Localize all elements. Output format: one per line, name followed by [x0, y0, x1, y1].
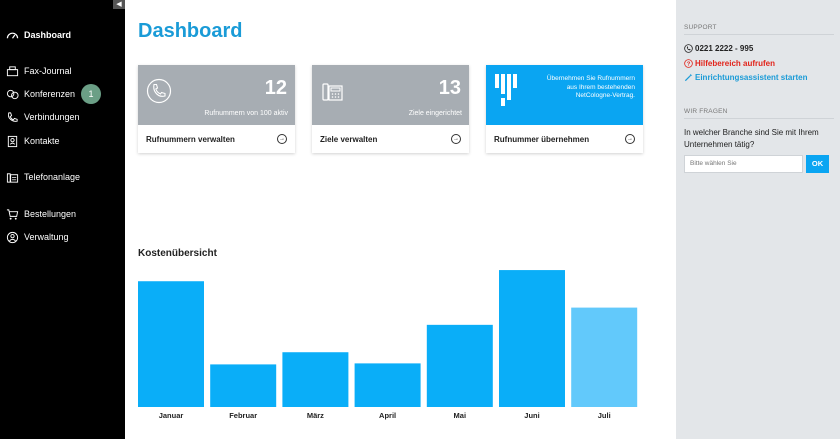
fax-icon — [6, 65, 19, 76]
sidebar-item-label: Dashboard — [24, 30, 72, 40]
sidebar-item-telefonanlage[interactable]: Telefonanlage — [6, 169, 80, 185]
right-panel: SUPPORT 0221 2222 - 995 ? Hilfebereich a… — [676, 0, 840, 439]
sidebar-item-label: Verbindungen — [24, 112, 80, 122]
bar-februar — [210, 364, 277, 407]
support-phone: 0221 2222 - 995 — [684, 44, 753, 53]
bar-juli — [571, 307, 638, 407]
sidebar-item-konferenzen[interactable]: Konferenzen 1 — [6, 84, 102, 104]
cost-chart: Januar Februar März April Mai Juni Juli — [138, 270, 638, 420]
active-numbers-count: 12 — [264, 77, 287, 99]
svg-text:?: ? — [687, 62, 691, 68]
promo-text: Übernehmen Sie Rufnummern aus Ihrem best… — [546, 75, 635, 99]
bar-januar — [138, 281, 204, 407]
branch-question: In welcher Branche sind Sie mit Ihrem Un… — [684, 128, 819, 149]
sidebar-item-bestellungen[interactable]: Bestellungen — [6, 206, 76, 222]
card-action-label: Ziele verwalten — [320, 134, 378, 144]
questions-heading: WIR FRAGEN — [684, 108, 728, 115]
sidebar-item-verbindungen[interactable]: Verbindungen — [6, 109, 80, 125]
card-header: 13 Ziele eingerichtet — [312, 65, 469, 125]
sidebar-item-fax-journal[interactable]: Fax-Journal — [6, 63, 72, 79]
help-link-label: Hilfebereich aufrufen — [695, 59, 776, 68]
x-tick-label: April — [379, 411, 396, 420]
contacts-icon — [7, 135, 18, 147]
sidebar-item-kontakte[interactable]: Kontakte — [6, 133, 60, 149]
main-content: Dashboard 12 Rufnummern von 100 aktiv Ru… — [125, 0, 676, 439]
desk-phone-icon — [322, 83, 343, 101]
phone-icon — [684, 44, 693, 53]
ziele-verwalten-link[interactable]: Ziele verwalten → — [312, 125, 469, 153]
x-tick-label: Juni — [524, 411, 539, 420]
support-heading: SUPPORT — [684, 24, 717, 31]
card-subtitle: Ziele eingerichtet — [408, 110, 462, 117]
sidebar-item-label: Kontakte — [24, 136, 60, 146]
x-tick-label: Januar — [159, 411, 184, 420]
sidebar: ◀ Dashboard Fax-Journal Konferenzen 1 Ve… — [0, 0, 125, 439]
notification-badge: 1 — [81, 84, 102, 104]
x-tick-label: Mai — [454, 411, 467, 420]
targets-count: 13 — [438, 77, 461, 99]
help-icon: ? — [684, 59, 693, 68]
divider — [684, 34, 834, 35]
sidebar-item-label: Verwaltung — [24, 232, 69, 242]
arrow-circle-icon: → — [277, 134, 287, 144]
help-link[interactable]: ? Hilfebereich aufrufen — [684, 59, 775, 68]
phone-icon — [7, 111, 18, 122]
x-tick-label: Februar — [229, 411, 257, 420]
setup-wizard-label: Einrichtungsassistent starten — [695, 73, 808, 82]
wand-icon — [684, 73, 693, 82]
sidebar-item-label: Fax-Journal — [24, 66, 72, 76]
dashboard-icon — [6, 32, 19, 39]
setup-wizard-link[interactable]: Einrichtungsassistent starten — [684, 73, 807, 82]
phone-system-icon — [6, 172, 19, 183]
arrow-circle-icon: → — [451, 134, 461, 144]
card-rufnummern: 12 Rufnummern von 100 aktiv Rufnummern v… — [138, 65, 295, 153]
bar-mai — [426, 324, 493, 407]
collapse-sidebar-button[interactable]: ◀ — [113, 0, 125, 9]
sidebar-item-label: Telefonanlage — [24, 172, 81, 182]
sidebar-item-label: Konferenzen — [24, 89, 76, 99]
phone-icon — [146, 78, 172, 104]
bar-märz — [282, 352, 349, 407]
arrow-circle-icon: → — [625, 134, 635, 144]
x-tick-label: März — [307, 411, 324, 420]
section-title: Kostenübersicht — [138, 248, 217, 259]
sidebar-item-label: Bestellungen — [24, 209, 77, 219]
bar-juni — [499, 270, 565, 407]
rufnummern-verwalten-link[interactable]: Rufnummern verwalten → — [138, 125, 295, 153]
user-icon — [6, 231, 19, 243]
x-tick-label: Juli — [598, 411, 611, 420]
cart-icon — [6, 208, 19, 220]
rufnummer-uebernehmen-link[interactable]: Rufnummer übernehmen → — [486, 125, 643, 153]
card-action-label: Rufnummern verwalten — [146, 134, 235, 144]
divider — [684, 118, 834, 119]
support-phone-number: 0221 2222 - 995 — [695, 44, 754, 53]
ok-button[interactable]: OK — [806, 155, 829, 173]
branch-select[interactable]: Bitte wählen Sie — [684, 155, 803, 173]
card-ziele: 13 Ziele eingerichtet Ziele verwalten → — [312, 65, 469, 153]
card-header: Übernehmen Sie Rufnummern aus Ihrem best… — [486, 65, 643, 125]
conference-icon — [6, 89, 19, 99]
card-action-label: Rufnummer übernehmen — [494, 134, 590, 144]
sidebar-item-dashboard[interactable]: Dashboard — [6, 27, 71, 43]
bar-april — [354, 363, 421, 407]
card-rufnummer-uebernehmen: Übernehmen Sie Rufnummern aus Ihrem best… — [486, 65, 643, 153]
page-title: Dashboard — [138, 20, 243, 42]
netcologne-logo — [495, 74, 517, 106]
card-subtitle: Rufnummern von 100 aktiv — [204, 110, 288, 117]
card-header: 12 Rufnummern von 100 aktiv — [138, 65, 295, 125]
sidebar-item-verwaltung[interactable]: Verwaltung — [6, 229, 69, 245]
